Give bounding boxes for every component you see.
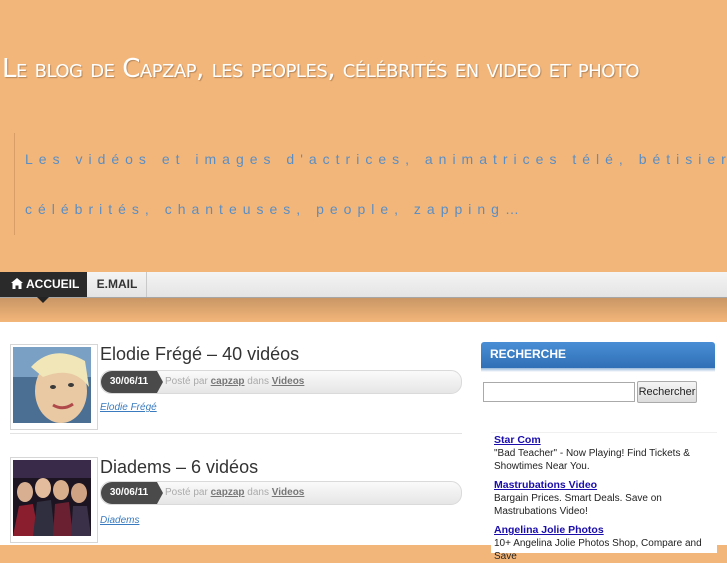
tagline-line-2: célébrités, chanteuses, people, zapping… bbox=[25, 201, 525, 217]
post-author-link[interactable]: capzap bbox=[211, 487, 245, 498]
post-category-link[interactable]: Videos bbox=[272, 376, 305, 387]
post-divider bbox=[10, 433, 462, 434]
post-thumbnail-image bbox=[13, 460, 91, 536]
post-author-link[interactable]: capzap bbox=[211, 376, 245, 387]
search-widget-heading: Recherche bbox=[481, 342, 715, 372]
posted-by-prefix: Posté par bbox=[165, 487, 208, 498]
ad-item: Angelina Jolie Photos 10+ Angelina Jolie… bbox=[494, 524, 718, 563]
post-thumbnail[interactable] bbox=[10, 344, 98, 430]
post-thumbnail[interactable] bbox=[10, 457, 98, 543]
site-tagline: Les vidéos et images d'actrices, animatr… bbox=[14, 133, 727, 235]
site-title[interactable]: Le blog de Capzap, les peoples, célébrit… bbox=[2, 40, 726, 98]
ad-item: Mastrubations Video Bargain Prices. Smar… bbox=[494, 479, 718, 518]
post-meta: 30/06/11 Posté par capzap dans Videos bbox=[100, 370, 462, 394]
post-byline: Posté par capzap dans Videos bbox=[165, 482, 304, 504]
search-button[interactable]: Rechercher bbox=[637, 381, 697, 403]
site-header: Le blog de Capzap, les peoples, célébrit… bbox=[0, 0, 727, 272]
post-category-link[interactable]: Videos bbox=[272, 487, 305, 498]
post-byline: Posté par capzap dans Videos bbox=[165, 371, 304, 393]
post-tag-link[interactable]: Elodie Frégé bbox=[100, 402, 157, 413]
nav-item-email[interactable]: E.mail bbox=[88, 272, 147, 297]
posted-by-prefix: Posté par bbox=[165, 376, 208, 387]
nav-home-label: Accueil bbox=[26, 277, 80, 291]
post-thumbnail-image bbox=[13, 347, 91, 423]
post-tag-link[interactable]: Diadems bbox=[100, 515, 139, 526]
in-prefix: dans bbox=[247, 487, 269, 498]
ad-title-link[interactable]: Star Com bbox=[494, 434, 718, 447]
search-input[interactable] bbox=[483, 382, 635, 402]
ad-block: Star Com "Bad Teacher" - Now Playing! Fi… bbox=[491, 432, 718, 562]
main-nav: Accueil E.mail bbox=[0, 272, 727, 303]
post-title[interactable]: Elodie Frégé – 40 vidéos bbox=[100, 344, 299, 365]
post-item: Elodie Frégé – 40 vidéos 30/06/11 Posté … bbox=[10, 344, 462, 434]
post-date: 30/06/11 bbox=[101, 371, 163, 393]
post-date: 30/06/11 bbox=[101, 482, 163, 504]
post-meta: 30/06/11 Posté par capzap dans Videos bbox=[100, 481, 462, 505]
ad-title-link[interactable]: Mastrubations Video bbox=[494, 479, 718, 492]
home-icon bbox=[11, 278, 23, 289]
ad-title-link[interactable]: Angelina Jolie Photos bbox=[494, 524, 718, 537]
tagline-line-1: Les vidéos et images d'actrices, animatr… bbox=[25, 151, 727, 167]
post-item: Diadems – 6 vidéos 30/06/11 Posté par ca… bbox=[10, 457, 462, 545]
in-prefix: dans bbox=[247, 376, 269, 387]
ad-item: Star Com "Bad Teacher" - Now Playing! Fi… bbox=[494, 434, 718, 473]
ad-text: "Bad Teacher" - Now Playing! Find Ticket… bbox=[494, 448, 690, 472]
nav-item-home[interactable]: Accueil bbox=[0, 272, 87, 303]
ad-text: Bargain Prices. Smart Deals. Save on Mas… bbox=[494, 493, 662, 517]
ad-text: 10+ Angelina Jolie Photos Shop, Compare … bbox=[494, 538, 702, 562]
nav-shadow bbox=[0, 297, 727, 322]
post-title[interactable]: Diadems – 6 vidéos bbox=[100, 457, 258, 478]
